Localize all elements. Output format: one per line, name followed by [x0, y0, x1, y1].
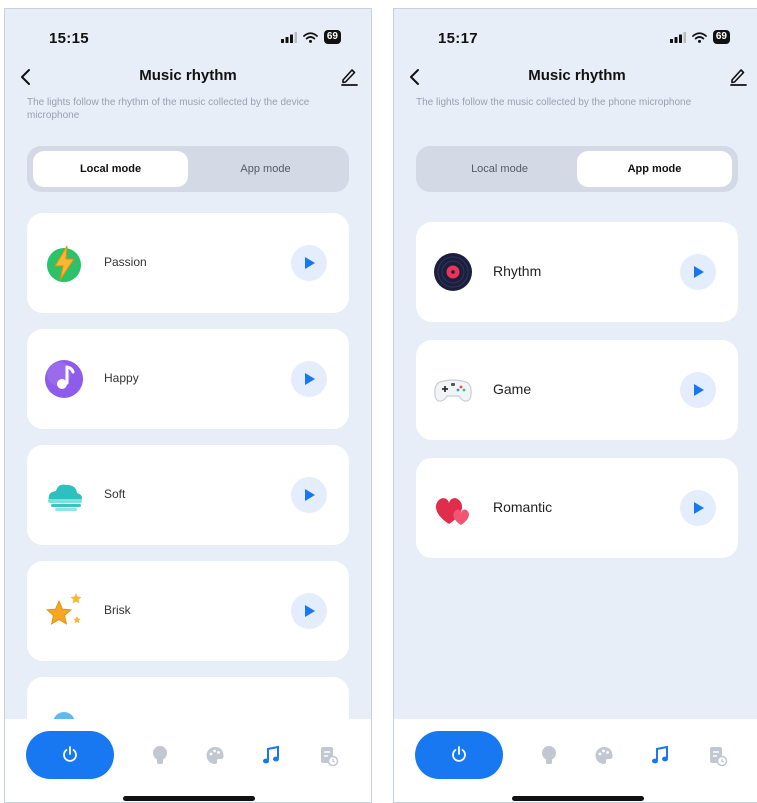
status-bar: 15:15 69 [5, 9, 371, 55]
edit-icon[interactable] [339, 65, 359, 87]
page-title: Music rhythm [139, 67, 237, 84]
mode-card-romantic[interactable]: Romantic [416, 458, 738, 558]
play-icon [305, 605, 315, 617]
play-icon [305, 489, 315, 501]
page-description: The lights follow the rhythm of the musi… [27, 97, 310, 121]
schedule-icon[interactable] [708, 745, 728, 767]
mode-card-game[interactable]: Game [416, 340, 738, 440]
power-icon [452, 746, 466, 762]
battery-icon: 69 [323, 30, 341, 44]
home-indicator [512, 796, 644, 801]
status-time: 15:17 [438, 30, 478, 47]
play-icon [694, 384, 704, 396]
play-button[interactable] [291, 245, 327, 281]
app-mode-tab[interactable]: App mode [577, 151, 732, 187]
battery-icon: 69 [712, 30, 730, 44]
mode-label: Game [493, 381, 532, 397]
page-title: Music rhythm [528, 67, 626, 84]
signal-icon [280, 31, 297, 43]
app-mode-tab[interactable]: App mode [188, 151, 343, 187]
gamepad-icon [434, 379, 472, 402]
phone-screen-local-mode: 15:15 69 Music rhythm The lights follow … [4, 8, 372, 803]
nav-bar: Music rhythm [5, 61, 371, 93]
mode-label: Happy [104, 371, 139, 385]
play-icon [694, 266, 704, 278]
music-note-icon [45, 360, 83, 398]
hearts-icon [435, 498, 469, 525]
play-icon [694, 502, 704, 514]
mode-label: Romantic [493, 499, 553, 515]
lightning-icon [47, 245, 81, 282]
mode-label: Rhythm [493, 263, 542, 279]
play-button[interactable] [291, 477, 327, 513]
nav-bar: Music rhythm [394, 61, 757, 93]
wifi-icon [691, 31, 707, 43]
bottom-tab-bar [5, 719, 371, 802]
mode-switcher: Local mode App mode [416, 146, 738, 192]
bottom-tab-bar [394, 719, 757, 802]
stars-icon [46, 593, 82, 625]
music-icon[interactable] [650, 745, 670, 767]
phone-screen-app-mode: 15:17 69 Music rhythm The lights follow … [393, 8, 757, 803]
palette-icon[interactable] [205, 745, 225, 767]
play-icon [305, 257, 315, 269]
play-icon [305, 373, 315, 385]
wifi-icon [302, 31, 318, 43]
music-icon[interactable] [261, 745, 281, 767]
status-time: 15:15 [49, 30, 89, 47]
bulb-icon[interactable] [150, 745, 170, 767]
vinyl-record-icon [434, 253, 472, 291]
power-icon [63, 746, 77, 762]
palette-icon[interactable] [594, 745, 614, 767]
page-description: The lights follow the music collected by… [416, 97, 692, 108]
status-bar: 15:17 69 [394, 9, 757, 55]
play-button[interactable] [291, 361, 327, 397]
power-button[interactable] [415, 731, 503, 779]
play-button[interactable] [291, 593, 327, 629]
status-icons: 69 [669, 30, 730, 44]
home-indicator [123, 796, 255, 801]
mode-label: Brisk [104, 603, 131, 617]
mode-card-rhythm[interactable]: Rhythm [416, 222, 738, 322]
bulb-icon[interactable] [539, 745, 559, 767]
mode-card-happy[interactable]: Happy [27, 329, 349, 429]
play-button[interactable] [680, 254, 716, 290]
local-mode-tab[interactable]: Local mode [33, 151, 188, 187]
play-button[interactable] [680, 372, 716, 408]
mode-card-soft[interactable]: Soft [27, 445, 349, 545]
mode-label: Passion [104, 255, 147, 269]
mode-card-passion[interactable]: Passion [27, 213, 349, 313]
status-icons: 69 [280, 30, 341, 44]
mode-switcher: Local mode App mode [27, 146, 349, 192]
signal-icon [669, 31, 686, 43]
mode-label: Soft [104, 487, 126, 501]
edit-icon[interactable] [728, 65, 748, 87]
power-button[interactable] [26, 731, 114, 779]
play-button[interactable] [680, 490, 716, 526]
local-mode-tab[interactable]: Local mode [422, 151, 577, 187]
cloud-icon [48, 484, 82, 511]
mode-card-brisk[interactable]: Brisk [27, 561, 349, 661]
schedule-icon[interactable] [319, 745, 339, 767]
